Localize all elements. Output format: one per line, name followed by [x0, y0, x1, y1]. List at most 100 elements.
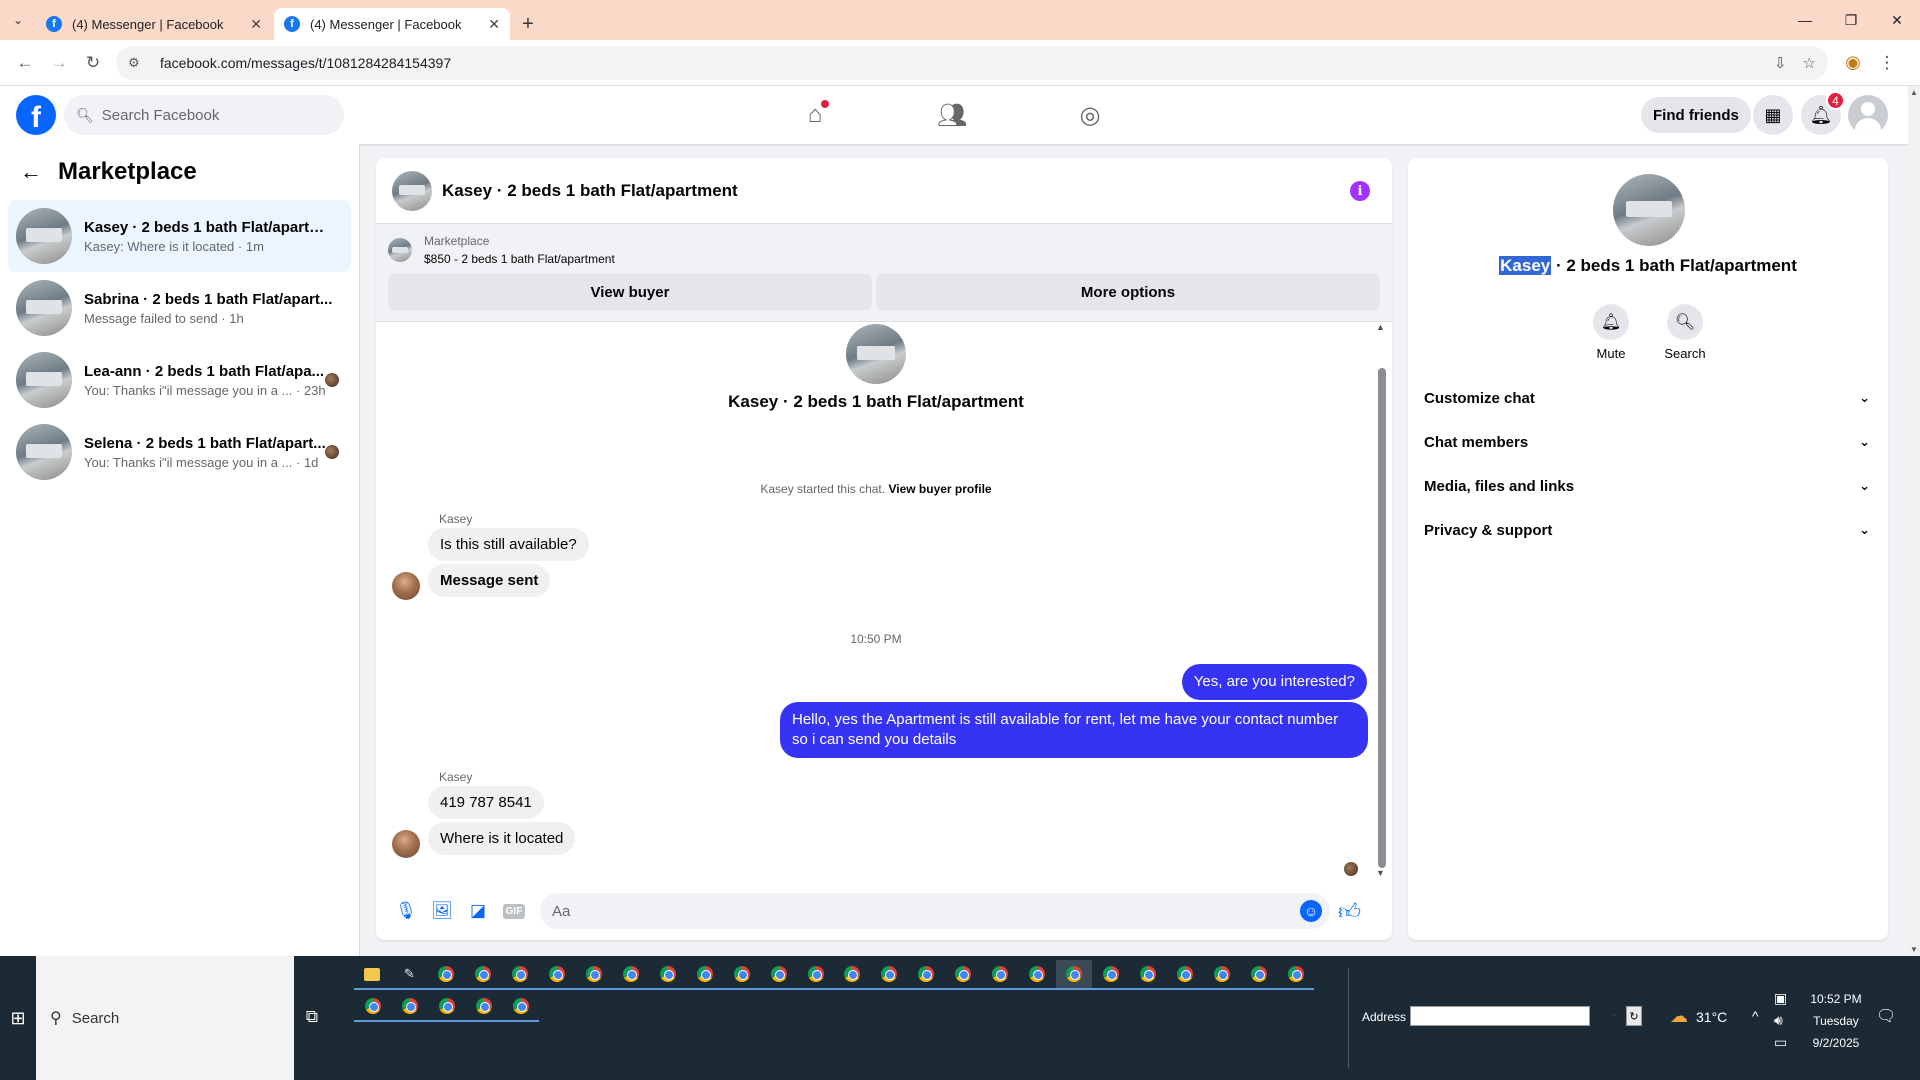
taskbar-chrome-window[interactable] — [1203, 960, 1241, 990]
taskbar-chrome-window[interactable] — [1240, 960, 1278, 990]
taskbar-chrome-window[interactable] — [1055, 960, 1093, 990]
scroll-up-arrow-icon[interactable]: ▲ — [1376, 322, 1385, 332]
volume-icon[interactable]: 🔊︎ — [1774, 1012, 1783, 1029]
groups-icon[interactable]: ◎ — [1060, 86, 1120, 144]
conversation-item-kasey[interactable]: Kasey · 2 beds 1 bath Flat/apartment Kas… — [8, 200, 351, 272]
conversation-item-sabrina[interactable]: Sabrina · 2 beds 1 bath Flat/apart... Me… — [8, 272, 351, 344]
taskbar-chrome-window[interactable] — [760, 960, 798, 990]
media-files-links-section[interactable]: Media, files and links ⌄ — [1416, 464, 1880, 508]
restore-icon[interactable]: ❐ — [1828, 0, 1874, 40]
taskbar-chrome-window[interactable] — [981, 960, 1019, 990]
task-view-icon[interactable]: ⧉ — [300, 1002, 324, 1032]
address-dropdown-icon[interactable]: ⌄ — [1610, 1008, 1618, 1019]
taskbar-chrome-window[interactable] — [464, 960, 502, 990]
taskbar-chrome-window[interactable] — [538, 960, 576, 990]
chat-title[interactable]: Kasey · 2 beds 1 bath Flat/apartment — [442, 181, 738, 201]
outgoing-message[interactable]: Hello, yes the Apartment is still availa… — [780, 702, 1368, 758]
browser-menu-icon[interactable]: ⋮ — [1870, 46, 1904, 80]
taskbar-chrome-window[interactable] — [833, 960, 871, 990]
profile-icon[interactable]: ◉ — [1836, 46, 1870, 80]
notification-center-icon[interactable]: 🗨︎ — [1876, 1006, 1896, 1026]
url-text[interactable]: facebook.com/messages/t/1081284284154397 — [160, 55, 1758, 71]
friends-icon[interactable]: 👥︎ — [922, 86, 982, 144]
account-avatar[interactable] — [1848, 95, 1888, 135]
tab-search-menu-icon[interactable]: ⌄ — [0, 0, 36, 40]
taskbar-chrome-window[interactable] — [1277, 960, 1314, 990]
notifications-bell-icon[interactable]: 🔔︎ 4 — [1801, 91, 1845, 135]
sticker-icon[interactable]: ◪ — [460, 893, 496, 929]
back-icon[interactable]: ← — [8, 46, 42, 80]
thumbs-up-icon[interactable]: 👍︎ — [1338, 898, 1361, 925]
page-scroll-down-icon[interactable]: ▼ — [1910, 945, 1918, 954]
taskbar-file-explorer[interactable] — [354, 960, 391, 990]
menu-grid-icon[interactable]: ▦ — [1753, 95, 1793, 135]
info-icon[interactable]: i — [1350, 181, 1370, 201]
taskbar-chrome-window[interactable] — [1166, 960, 1204, 990]
page-scrollbar[interactable]: ▲ ▼ — [1908, 86, 1920, 956]
taskbar-chrome-window[interactable] — [1092, 960, 1130, 990]
page-scroll-up-icon[interactable]: ▲ — [1910, 88, 1918, 97]
site-info-icon[interactable]: ⚙ — [128, 55, 146, 71]
reload-icon[interactable]: ↻ — [76, 46, 110, 80]
facebook-search-input[interactable]: 🔍︎ Search Facebook — [64, 95, 344, 135]
back-arrow-icon[interactable]: ← — [20, 159, 42, 185]
gif-icon[interactable]: GIF — [496, 893, 532, 929]
taskbar-chrome-window[interactable] — [1018, 960, 1056, 990]
meet-now-icon[interactable]: ▣ — [1774, 990, 1787, 1007]
incoming-message[interactable]: Message sent — [428, 564, 551, 597]
install-app-icon[interactable]: ⇩ — [1774, 54, 1787, 72]
view-buyer-button[interactable]: View buyer — [388, 274, 872, 310]
emoji-icon[interactable]: ☺ — [1300, 900, 1322, 922]
system-clock[interactable]: 10:52 PM Tuesday 9/2/2025 — [1796, 988, 1876, 1054]
bookmark-star-icon[interactable]: ☆ — [1803, 54, 1816, 72]
privacy-support-section[interactable]: Privacy & support ⌄ — [1416, 508, 1880, 552]
taskbar-chrome-window[interactable] — [501, 960, 539, 990]
taskbar-chrome-window[interactable] — [944, 960, 982, 990]
kasey-avatar[interactable] — [392, 830, 420, 858]
kasey-avatar[interactable] — [392, 572, 420, 600]
incoming-message[interactable]: 419 787 8541 — [428, 786, 544, 819]
taskbar-chrome-window[interactable] — [502, 992, 539, 1022]
voice-clip-icon[interactable]: 🎙︎ — [388, 893, 424, 929]
taskbar-search[interactable]: ⚲ Search — [36, 956, 294, 1080]
attach-photo-icon[interactable]: 🖼︎ — [424, 893, 460, 929]
incoming-message[interactable]: Where is it located — [428, 822, 576, 855]
outgoing-message[interactable]: Yes, are you interested? — [1181, 664, 1367, 700]
taskbar-chrome-window[interactable] — [354, 992, 391, 1022]
network-icon[interactable]: ▭ — [1774, 1034, 1787, 1051]
taskbar-app[interactable]: ✎ — [390, 960, 428, 990]
show-hidden-icons-icon[interactable]: ^ — [1752, 1008, 1759, 1024]
conversation-item-lea-ann[interactable]: Lea-ann · 2 beds 1 bath Flat/apa... You:… — [8, 344, 351, 416]
chat-header-thumbnail[interactable] — [392, 170, 432, 211]
tab-close-icon[interactable]: ✕ — [250, 16, 262, 33]
taskbar-chrome-window[interactable] — [612, 960, 650, 990]
scroll-down-arrow-icon[interactable]: ▼ — [1376, 868, 1385, 878]
taskbar-chrome-window[interactable] — [465, 992, 502, 1022]
chat-members-section[interactable]: Chat members ⌄ — [1416, 420, 1880, 464]
customize-chat-section[interactable]: Customize chat ⌄ — [1416, 376, 1880, 420]
browser-tab-active[interactable]: f (4) Messenger | Facebook ✕ — [274, 8, 510, 40]
search-conversation-button[interactable]: 🔍︎ Search — [1664, 304, 1706, 361]
taskbar-chrome-window[interactable] — [907, 960, 945, 990]
address-bar[interactable]: ⚙ facebook.com/messages/t/10812842841543… — [116, 45, 1828, 80]
taskbar-chrome-window[interactable] — [870, 960, 908, 990]
new-tab-button[interactable]: + — [512, 8, 544, 40]
tab-close-icon[interactable]: ✕ — [488, 16, 500, 33]
listing-price-title[interactable]: $850 - 2 beds 1 bath Flat/apartment — [424, 250, 615, 268]
windows-start-icon[interactable]: ⊞ — [0, 956, 36, 1080]
taskbar-chrome-window[interactable] — [391, 992, 428, 1022]
incoming-message[interactable]: Is this still available? — [428, 528, 589, 561]
facebook-logo-icon[interactable]: f — [16, 95, 56, 135]
taskbar-chrome-window[interactable] — [686, 960, 724, 990]
taskbar-chrome-window[interactable] — [723, 960, 761, 990]
find-friends-button[interactable]: Find friends — [1641, 97, 1751, 133]
weather-widget[interactable]: ☁ 31°C — [1670, 1006, 1727, 1027]
conversation-item-selena[interactable]: Selena · 2 beds 1 bath Flat/apart... You… — [8, 416, 351, 488]
taskbar-chrome-window[interactable] — [797, 960, 834, 990]
taskbar-chrome-window[interactable] — [1129, 960, 1167, 990]
chat-info-thumbnail[interactable] — [1613, 174, 1685, 246]
taskbar-chrome-window[interactable] — [428, 992, 465, 1022]
home-icon[interactable]: ⌂ — [785, 86, 845, 144]
address-toolbar-input[interactable] — [1410, 1006, 1590, 1026]
message-input[interactable]: Aa ☺ — [540, 893, 1330, 929]
